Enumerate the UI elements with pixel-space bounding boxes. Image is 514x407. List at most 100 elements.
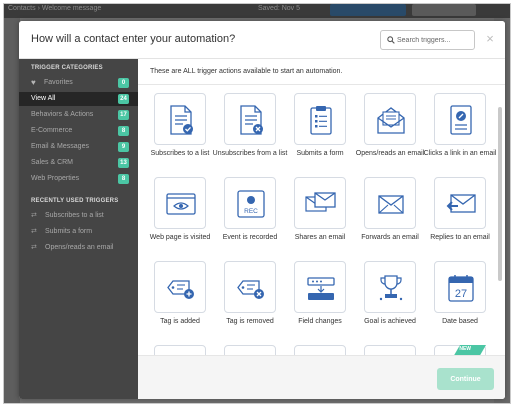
sidebar-item-label: Behaviors & Actions: [31, 111, 94, 118]
tile-label: Tag is removed: [226, 318, 274, 325]
sidebar-item-email-messages[interactable]: Email & Messages 9: [19, 140, 138, 154]
tile-icon-box: [154, 345, 206, 355]
sidebar-item-label: Email & Messages: [31, 143, 89, 150]
tile-icon-box: [364, 345, 416, 355]
screenshot-frame: Contacts › Welcome message Saved: Nov 5 …: [3, 3, 511, 404]
tile-label: Opens/reads an email: [355, 150, 425, 157]
tile-label: Web page is visited: [149, 234, 211, 241]
swap-icon: ⇄: [31, 212, 37, 219]
swap-icon: ⇄: [31, 228, 37, 235]
count-badge: 8: [118, 126, 129, 136]
tile-icon-box: [294, 177, 346, 229]
tile-icon-box: [364, 93, 416, 145]
count-badge: 8: [118, 174, 129, 184]
tile-label: Shares an email: [294, 234, 346, 241]
browser-eye-icon: [166, 193, 196, 215]
intro-text: These are ALL trigger actions available …: [150, 68, 343, 75]
trigger-content: These are ALL trigger actions available …: [138, 59, 505, 399]
count-badge: 0: [118, 78, 129, 88]
reply-envelope-icon: [446, 194, 476, 213]
swap-icon: ⇄: [31, 244, 37, 251]
sidebar-item-view-all[interactable]: View All 24: [19, 92, 138, 106]
background-top-bar: Contacts › Welcome message Saved: Nov 5: [4, 4, 510, 18]
background-button-secondary: [412, 4, 476, 16]
forward-envelope-icon: [378, 195, 404, 214]
record-label: REC: [244, 208, 258, 215]
categories-header: TRIGGER CATEGORIES: [31, 65, 103, 71]
sidebar-item-sales-crm[interactable]: Sales & CRM 13: [19, 156, 138, 170]
modal-header: How will a contact enter your automation…: [19, 21, 505, 59]
tile-icon-box: [294, 345, 346, 355]
clipboard-form-icon: [310, 106, 332, 135]
sidebar-item-label: Favorites: [44, 79, 73, 86]
tag-remove-icon: [237, 280, 264, 299]
background-left-panel: [4, 18, 20, 403]
tile-icon-box: [224, 345, 276, 355]
modal-title: How will a contact enter your automation…: [31, 33, 236, 45]
recent-item-label: Submits a form: [45, 228, 93, 235]
recent-item-subscribes[interactable]: ⇄ Subscribes to a list: [19, 209, 138, 223]
tile-label: Subscribes to a list: [150, 150, 210, 157]
heart-icon: ♥: [31, 78, 36, 87]
tile-label: Clicks a link in an email: [423, 150, 497, 157]
sidebar-item-label: E-Commerce: [31, 127, 73, 134]
count-badge: 24: [118, 94, 129, 104]
continue-button[interactable]: Continue: [437, 368, 494, 390]
close-button[interactable]: ×: [483, 32, 497, 46]
tile-label: Field changes: [298, 318, 342, 325]
recent-item-label: Opens/reads an email: [45, 244, 114, 251]
tile-label: Replies to an email: [430, 234, 490, 241]
field-change-icon: [307, 277, 335, 300]
tile-icon-box: [224, 93, 276, 145]
tile-label: Event is recorded: [222, 234, 278, 241]
trigger-grid: Subscribes to a list Unsubscribes from a…: [138, 85, 505, 355]
sidebar-item-ecommerce[interactable]: E-Commerce 8: [19, 124, 138, 138]
background-breadcrumb: Contacts › Welcome message: [8, 5, 102, 12]
tile-icon-box: [154, 177, 206, 229]
sidebar-item-label: Web Properties: [31, 175, 80, 182]
tile-icon-box: [154, 261, 206, 313]
sidebar-item-behaviors-actions[interactable]: Behaviors & Actions 17: [19, 108, 138, 122]
tile-icon-box: [224, 261, 276, 313]
search-icon: [387, 36, 395, 44]
recent-item-label: Subscribes to a list: [45, 212, 104, 219]
sidebar-item-label: View All: [31, 95, 56, 102]
trigger-modal: How will a contact enter your automation…: [19, 21, 505, 399]
count-badge: 13: [118, 158, 129, 168]
tile-label: Forwards an email: [361, 234, 419, 241]
search-box[interactable]: [380, 30, 475, 50]
tile-icon-box: [434, 93, 486, 145]
calendar-icon: 27: [448, 275, 474, 302]
open-envelope-icon: [377, 107, 405, 134]
sidebar-item-favorites[interactable]: ♥ Favorites 0: [19, 76, 138, 90]
tile-icon-box: [434, 177, 486, 229]
background-button: [330, 4, 406, 16]
tile-icon-box: [364, 261, 416, 313]
tile-label: Submits a form: [296, 150, 344, 157]
tile-label: Unsubscribes from a list: [212, 150, 288, 157]
tag-add-icon: [167, 280, 194, 299]
recent-item-submits-form[interactable]: ⇄ Submits a form: [19, 225, 138, 239]
scrollbar[interactable]: [498, 107, 502, 281]
tile-icon-box: 27: [434, 261, 486, 313]
count-badge: 9: [118, 142, 129, 152]
trigger-sidebar: TRIGGER CATEGORIES ♥ Favorites 0 View Al…: [19, 59, 138, 399]
document-x-icon: [240, 105, 263, 135]
tile-label: Date based: [442, 318, 478, 325]
record-icon: REC: [237, 190, 265, 218]
tile-label: Tag is added: [160, 318, 200, 325]
tile-icon-box: [154, 93, 206, 145]
tile-icon-box: [294, 261, 346, 313]
document-check-icon: [170, 105, 193, 135]
tile-icon-box: NEW: [434, 345, 486, 355]
trophy-icon: [379, 275, 403, 301]
sidebar-item-web-properties[interactable]: Web Properties 8: [19, 172, 138, 186]
background-status: Saved: Nov 5: [258, 5, 301, 12]
count-badge: 17: [118, 110, 129, 120]
recent-item-opens-email[interactable]: ⇄ Opens/reads an email: [19, 241, 138, 255]
tile-icon-box: [294, 93, 346, 145]
search-input[interactable]: [397, 33, 473, 47]
link-document-icon: [450, 105, 472, 135]
tile-icon-box: [364, 177, 416, 229]
sidebar-item-label: Sales & CRM: [31, 159, 74, 166]
